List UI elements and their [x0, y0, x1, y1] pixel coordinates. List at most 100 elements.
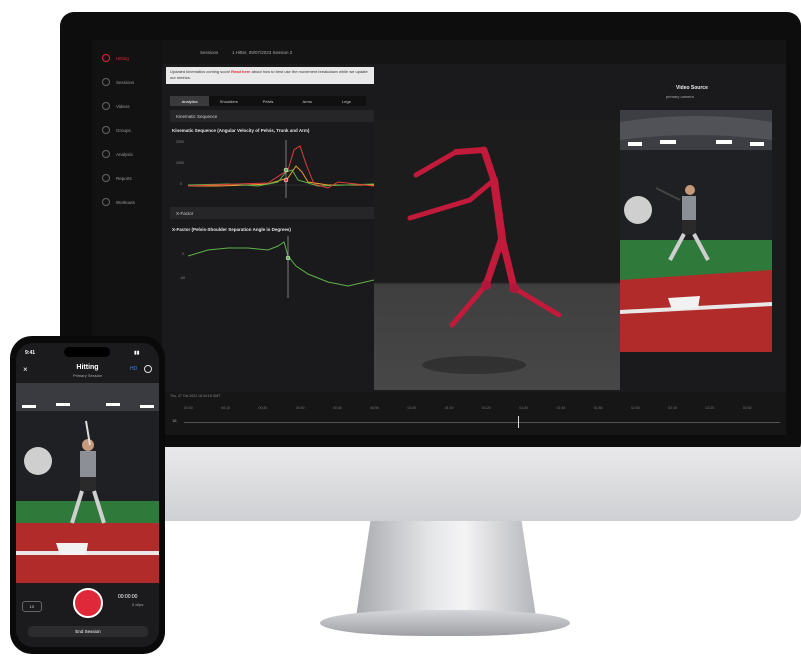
- sessions-icon: [102, 78, 110, 86]
- notice-link[interactable]: Read here: [231, 69, 250, 74]
- sidebar-item-label: Analysis: [116, 151, 133, 157]
- 3d-skeleton-view[interactable]: [374, 120, 620, 390]
- breadcrumb[interactable]: Sessions: [200, 50, 218, 55]
- video-icon: [102, 102, 110, 110]
- kinematic-sequence-chart: [188, 140, 374, 198]
- groups-icon: [102, 126, 110, 134]
- phone-camera-preview[interactable]: [16, 383, 159, 583]
- tab-shoulders[interactable]: Shoulders: [209, 96, 248, 106]
- phone-title: Hitting: [76, 364, 99, 371]
- sidebar-item-label: Sessions: [116, 79, 135, 85]
- analysis-tabs: Analytics Shoulders Pelvis Arms Legs: [170, 96, 366, 106]
- settings-icon[interactable]: [144, 365, 152, 373]
- desktop-app-screen: Hitting Sessions Videos Groups Analysis …: [92, 40, 786, 435]
- xfactor-chart-title: X-Factor (Pelvis-Shoulder Separation Ang…: [172, 227, 291, 232]
- tab-arms[interactable]: Arms: [288, 96, 327, 106]
- timeline-tick-label: 01:30: [519, 406, 529, 410]
- sidebar-item-reports[interactable]: Reports: [102, 172, 162, 184]
- kinematic-chart-title: Kinematic Sequence (Angular Velocity of …: [172, 128, 310, 133]
- timeline-ticks: 00:00 00:10 00:20 00:30 00:40 00:50 01:00 01:10…: [184, 406, 784, 412]
- session-title: 1 Hitter, 09/07/2023 Session 2: [232, 50, 293, 55]
- y-tick-label: 2000: [176, 140, 184, 144]
- record-timer: 00:00:00: [118, 594, 138, 600]
- record-button[interactable]: [73, 588, 103, 618]
- playhead-marker: [285, 255, 291, 261]
- timeline-tick-label: 00:20: [258, 406, 268, 410]
- skeleton-figure: [407, 146, 562, 374]
- update-notice: Updated kinematics coming soon! Read her…: [166, 67, 374, 84]
- kinematic-section-header[interactable]: Kinematic Sequence: [170, 110, 374, 122]
- sidebar-item-label: Workouts: [116, 199, 135, 205]
- video-source-title: Video Source: [676, 85, 708, 91]
- skeleton-joint: [481, 280, 491, 290]
- end-session-button[interactable]: End Session: [28, 626, 148, 637]
- video-source-subtitle: primary camera: [666, 94, 694, 99]
- sidebar-item-label: Reports: [116, 175, 132, 181]
- workouts-icon: [102, 198, 110, 206]
- battery-icon: ▮▮: [134, 350, 140, 356]
- home-icon: [102, 54, 110, 62]
- notice-text: Updated kinematics coming soon!: [170, 69, 231, 74]
- timeline-tick-label: 02:10: [668, 406, 678, 410]
- sidebar-item-videos[interactable]: Videos: [102, 100, 162, 112]
- top-bar: Sessions 1 Hitter, 09/07/2023 Session 2: [162, 40, 786, 64]
- status-time: 9:41: [25, 350, 36, 356]
- clip-count: 0 clips: [132, 602, 144, 607]
- tab-pelvis[interactable]: Pelvis: [248, 96, 287, 106]
- timeline-tick-label: 00:50: [370, 406, 380, 410]
- timeline-tick-label: 00:00: [184, 406, 193, 410]
- timeline-tick-label: 02:00: [631, 406, 640, 410]
- skeleton-shadow: [422, 356, 526, 374]
- playhead-marker: [283, 167, 289, 173]
- timeline-tick-label: 00:40: [333, 406, 342, 410]
- y-tick-label: 1000: [176, 161, 184, 165]
- timeline-tick-label: 01:50: [593, 406, 603, 410]
- timeline-tick-label: 00:30: [295, 406, 305, 410]
- series-xfactor-line: [188, 241, 374, 287]
- dynamic-island: [64, 347, 110, 357]
- sidebar-item-label: Groups: [116, 127, 131, 133]
- monitor-chin: [60, 447, 801, 521]
- timeline-tick-label: 00:10: [221, 406, 231, 410]
- phone-app-screen: 9:41 ▮▮ × Hitting Primary Session HD 1X …: [16, 343, 159, 647]
- playhead-marker: [283, 177, 289, 183]
- timeline-tick-label: 02:30: [742, 406, 752, 410]
- skeleton-joint: [509, 283, 519, 293]
- timeline-date: Thu, 27 Oct 2022 16:34:16 GMT: [170, 394, 221, 398]
- hd-icon[interactable]: HD: [130, 366, 137, 372]
- timeline-tick-label: 01:00: [407, 406, 417, 410]
- timeline-tick-label: 02:20: [705, 406, 715, 410]
- skeleton-bones: [407, 146, 562, 328]
- sidebar-item-analysis[interactable]: Analysis: [102, 148, 162, 160]
- sidebar-item-hitting[interactable]: Hitting: [102, 52, 162, 64]
- phone-subtitle: Primary Session: [72, 373, 103, 378]
- analysis-icon: [102, 150, 110, 158]
- y-tick-label: -50: [180, 276, 186, 280]
- xfactor-chart: [188, 236, 374, 298]
- batting-cage-video[interactable]: [620, 110, 772, 352]
- tab-analytics[interactable]: Analytics: [170, 96, 210, 106]
- series-pelvis-line: [188, 145, 374, 189]
- timeline-tick-label: 01:10: [444, 406, 454, 410]
- timeline-playhead[interactable]: [518, 416, 519, 428]
- sidebar-item-label: Videos: [116, 103, 130, 109]
- monitor-stand-neck: [356, 521, 536, 617]
- timeline-start: 16: [172, 418, 177, 423]
- sidebar-item-workouts[interactable]: Workouts: [102, 196, 162, 208]
- camera-zoom-button[interactable]: 1X: [22, 601, 42, 612]
- sidebar-item-groups[interactable]: Groups: [102, 124, 162, 136]
- timeline-track[interactable]: [184, 422, 780, 423]
- reports-icon: [102, 174, 110, 182]
- sidebar-item-sessions[interactable]: Sessions: [102, 76, 162, 88]
- xfactor-section-header[interactable]: X-Factor: [170, 207, 374, 219]
- timeline-tick-label: 01:20: [482, 406, 491, 410]
- y-tick-label: 0: [182, 252, 184, 256]
- video-source-pane: Video Source primary camera: [620, 80, 780, 400]
- y-tick-label: 0: [180, 182, 182, 186]
- sidebar-item-label: Hitting: [116, 55, 129, 61]
- monitor-stand-base: [320, 610, 570, 636]
- timeline-tick-label: 01:40: [556, 406, 566, 410]
- series-arm-line: [188, 169, 374, 187]
- timeline[interactable]: Thu, 27 Oct 2022 16:34:16 GMT 16 00:00 00…: [162, 392, 786, 435]
- tab-legs[interactable]: Legs: [327, 96, 366, 106]
